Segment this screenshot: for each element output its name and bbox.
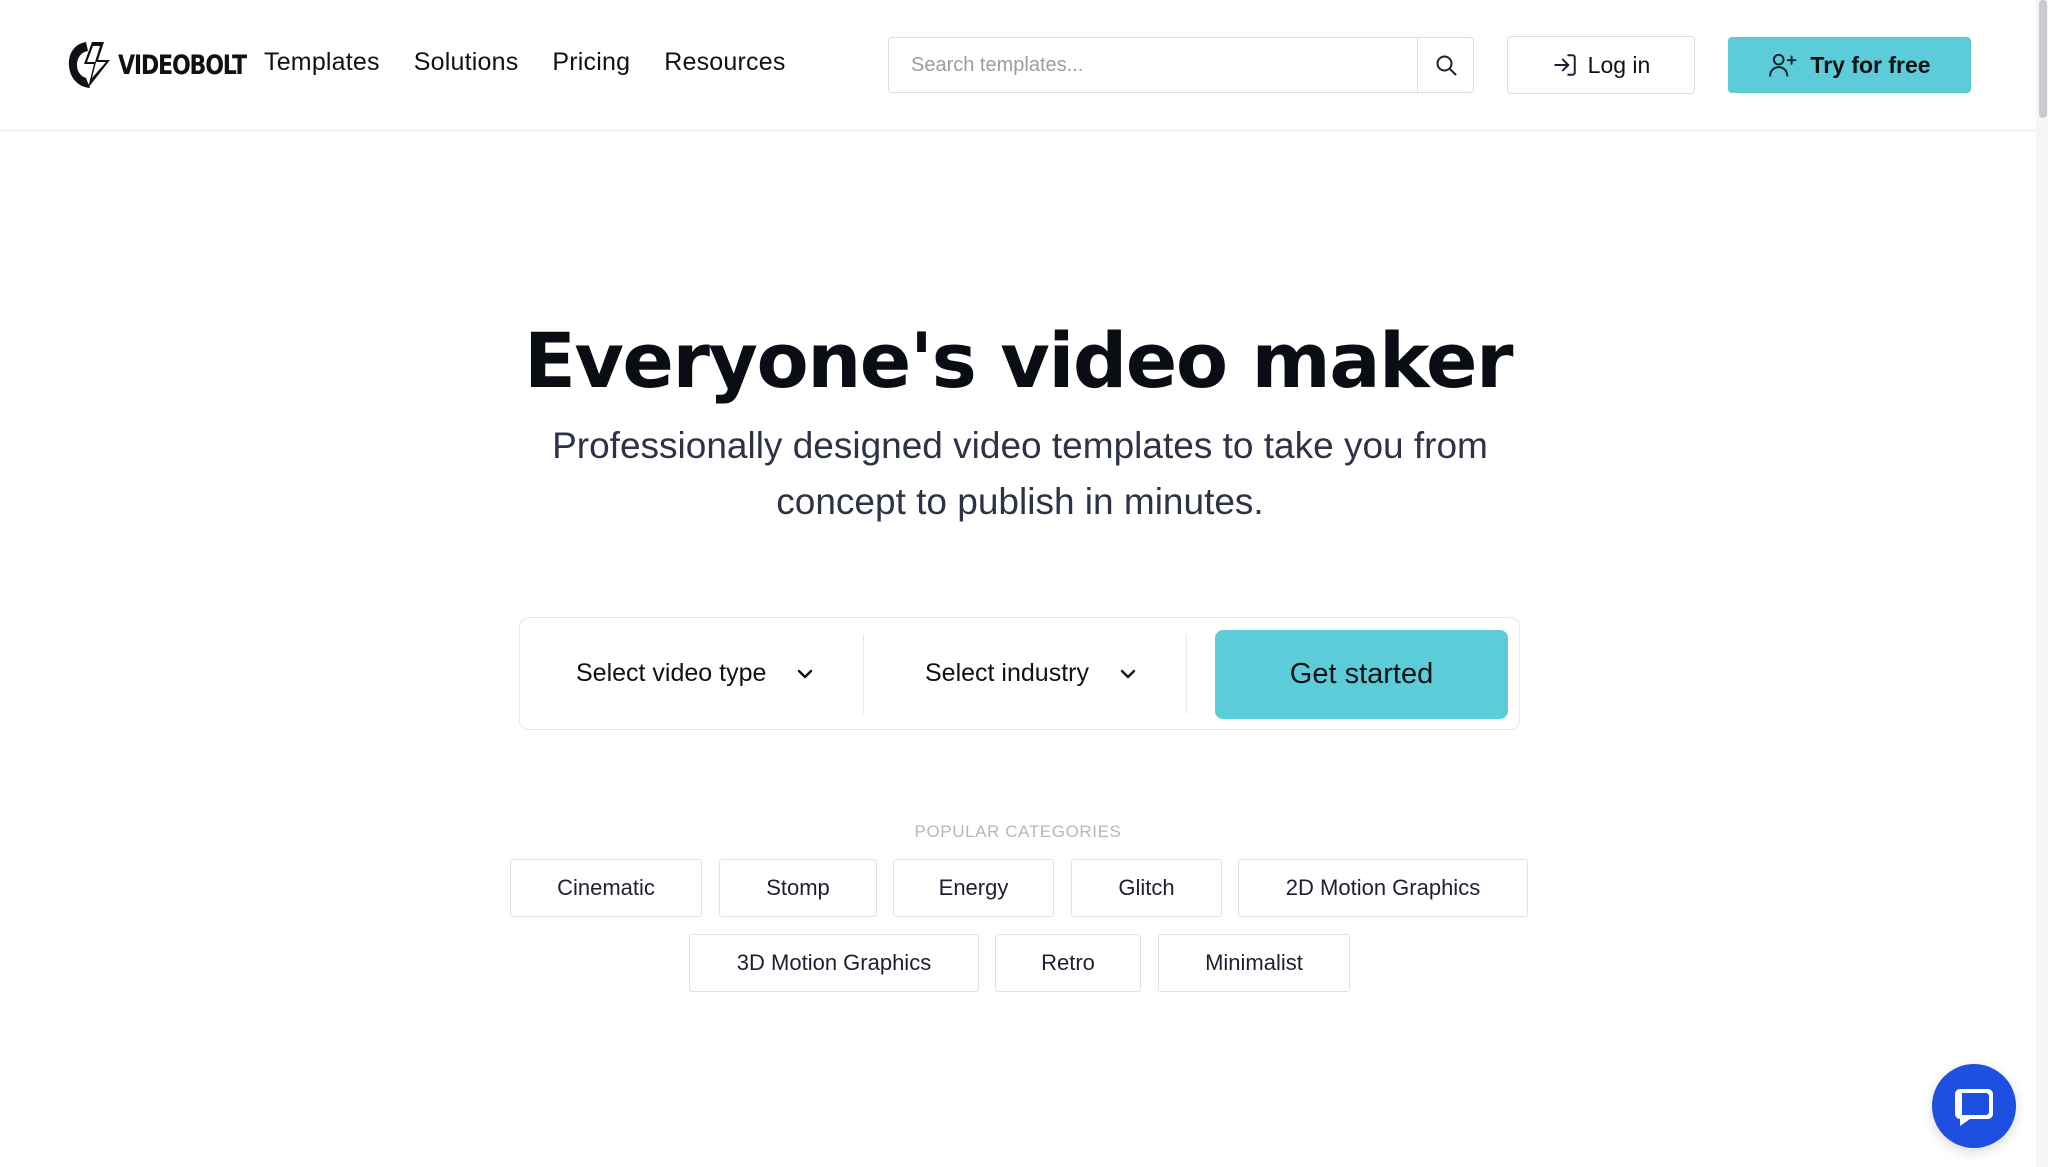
login-button[interactable]: Log in: [1507, 36, 1695, 94]
category-chip-stomp[interactable]: Stomp: [719, 859, 877, 917]
search-box: [888, 37, 1474, 93]
try-for-free-label: Try for free: [1810, 51, 1931, 78]
chevron-down-icon: [1120, 669, 1136, 678]
videobolt-logo[interactable]: VIDEOBOLT: [66, 40, 274, 90]
video-type-select[interactable]: Select video type: [576, 618, 814, 729]
template-selector: Select video type Select industry Get st…: [519, 617, 1520, 730]
hero-title: Everyone's video maker: [523, 316, 1514, 405]
category-chip-cinematic[interactable]: Cinematic: [510, 859, 702, 917]
logo-wordmark: VIDEOBOLT: [118, 49, 247, 81]
main-nav: Templates Solutions Pricing Resources: [264, 48, 786, 77]
chevron-down-icon: [798, 669, 813, 678]
nav-pricing[interactable]: Pricing: [552, 48, 630, 77]
category-chip-2d-motion-graphics[interactable]: 2D Motion Graphics: [1238, 859, 1528, 917]
video-type-label: Select video type: [576, 659, 767, 687]
selector-divider: [1186, 634, 1187, 714]
category-chip-glitch[interactable]: Glitch: [1071, 859, 1222, 917]
popular-categories-heading: POPULAR CATEGORIES: [914, 822, 1122, 841]
hero-subtitle: Professionally designed video templates …: [552, 425, 1488, 522]
chat-launcher-button[interactable]: [1932, 1064, 2016, 1148]
category-chip-3d-motion-graphics[interactable]: 3D Motion Graphics: [689, 934, 979, 992]
selector-divider: [863, 634, 864, 714]
nav-templates[interactable]: Templates: [264, 48, 380, 77]
get-started-button[interactable]: Get started: [1215, 630, 1508, 719]
search-button[interactable]: [1417, 38, 1473, 92]
industry-select[interactable]: Select industry: [925, 618, 1137, 729]
login-icon: [1553, 54, 1576, 76]
site-header: VIDEOBOLT Templates Solutions Pricing Re…: [0, 0, 2036, 131]
login-label: Log in: [1587, 51, 1651, 78]
user-plus-icon: [1769, 53, 1797, 77]
scrollbar-thumb[interactable]: [2039, 0, 2047, 118]
nav-resources[interactable]: Resources: [664, 48, 785, 77]
try-for-free-button[interactable]: Try for free: [1728, 37, 1971, 93]
chat-bubble-icon: [1955, 1089, 1993, 1126]
nav-solutions[interactable]: Solutions: [414, 48, 519, 77]
category-chip-energy[interactable]: Energy: [893, 859, 1054, 917]
category-chip-retro[interactable]: Retro: [995, 934, 1141, 992]
category-chip-minimalist[interactable]: Minimalist: [1158, 934, 1350, 992]
page-scrollbar[interactable]: [2036, 0, 2048, 1167]
search-input[interactable]: [889, 38, 1417, 92]
bolt-logo-icon: [68, 42, 110, 88]
industry-label: Select industry: [925, 659, 1089, 687]
search-icon: [1436, 55, 1456, 76]
